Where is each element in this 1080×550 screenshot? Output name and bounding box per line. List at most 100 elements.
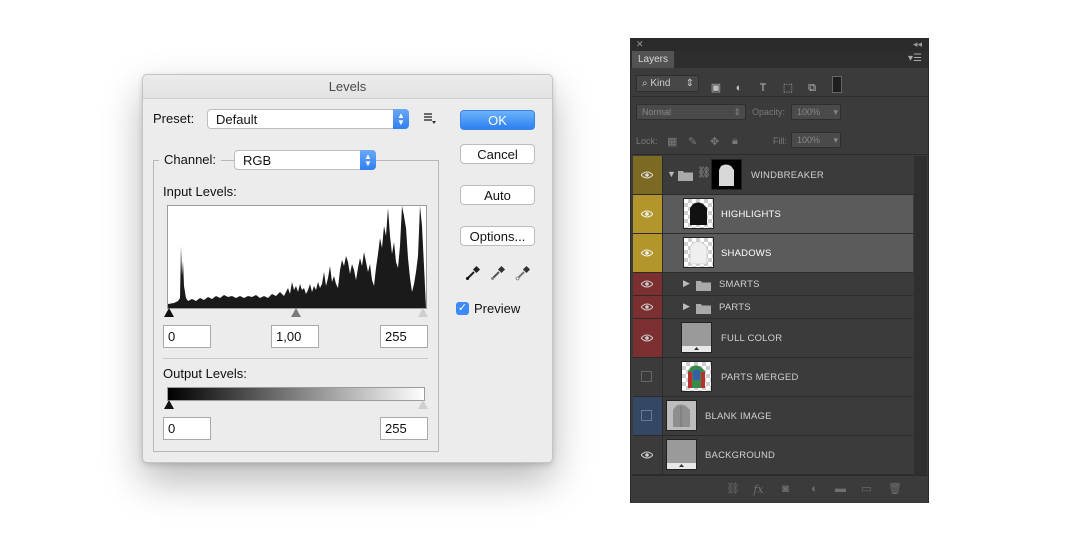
auto-button[interactable]: Auto	[460, 185, 535, 205]
lock-all-icon[interactable]: 🔒︎	[732, 135, 738, 148]
new-layer-icon[interactable]: ▭	[860, 484, 873, 495]
levels-dialog: Levels Preset: Default ▲ ▼ OK Cancel Auto…	[142, 74, 553, 463]
layer-mask-thumbnail	[711, 159, 742, 190]
chevron-down-icon: ▾	[833, 107, 838, 117]
visibility-toggle[interactable]	[641, 410, 652, 421]
layer-row-full-color[interactable]: FULL COLOR	[633, 319, 913, 358]
eye-icon[interactable]	[641, 451, 653, 459]
layer-row-parts-merged[interactable]: PARTS MERGED	[633, 358, 913, 397]
divider	[631, 154, 928, 155]
options-button[interactable]: Options...	[460, 226, 535, 246]
new-group-icon[interactable]: ▬	[834, 484, 847, 495]
preset-select[interactable]: Default ▲ ▼	[207, 109, 409, 129]
layer-color-cell	[633, 296, 663, 318]
eye-icon[interactable]	[641, 280, 653, 288]
layer-name: PARTS	[719, 302, 751, 313]
tab-layers[interactable]: Layers	[632, 51, 674, 68]
output-white-field[interactable]: 255	[380, 417, 428, 440]
input-gamma-slider[interactable]	[291, 308, 301, 317]
input-black-field[interactable]: 0	[163, 325, 211, 348]
lock-image-icon[interactable]: ✎	[688, 135, 697, 148]
link-layers-icon[interactable]: ⛓︎	[726, 484, 740, 495]
layer-color-cell	[633, 358, 663, 396]
layer-row-windbreaker[interactable]: ▼ ⛓︎ WINDBREAKER	[633, 156, 913, 195]
input-white-slider[interactable]	[418, 308, 428, 317]
layer-color-cell	[633, 319, 663, 357]
image-filter-icon[interactable]: ▣	[709, 81, 723, 95]
filter-toggle-switch[interactable]	[832, 76, 842, 93]
panel-menu-icon[interactable]: ▾☰	[908, 53, 922, 64]
adjustment-layer-icon[interactable]: ◐	[808, 484, 821, 495]
chevron-updown-icon: ▲ ▼	[393, 109, 409, 129]
divider	[631, 96, 928, 97]
separator	[163, 358, 428, 359]
add-mask-icon[interactable]: ◙	[779, 484, 792, 495]
link-icon[interactable]: ⛓︎	[697, 166, 711, 179]
chevron-updown-icon: ⇕	[685, 78, 694, 89]
layer-color-cell	[633, 397, 663, 435]
expand-triangle-icon[interactable]: ▶	[683, 278, 690, 289]
eye-icon[interactable]	[641, 303, 653, 311]
fx-icon[interactable]: fx	[752, 484, 765, 495]
cancel-button[interactable]: Cancel	[460, 144, 535, 164]
opacity-field[interactable]: 100% ▾	[791, 104, 841, 120]
lock-transparent-icon[interactable]: ▦	[667, 135, 677, 148]
layer-row-highlights[interactable]: HIGHLIGHTS	[633, 195, 913, 234]
output-black-slider[interactable]	[164, 400, 174, 409]
layers-bottom-toolbar: ⛓︎ fx ◙ ◐ ▬ ▭ 🗑︎	[631, 475, 928, 503]
preset-options-icon[interactable]	[423, 111, 437, 125]
fill-field[interactable]: 100% ▾	[791, 132, 841, 148]
input-black-slider[interactable]	[164, 308, 174, 317]
layer-name: BLANK IMAGE	[705, 411, 772, 422]
preview-label: Preview	[474, 301, 521, 316]
black-eyedropper-icon[interactable]	[465, 265, 481, 281]
eye-icon[interactable]	[641, 334, 653, 342]
output-levels-label: Output Levels:	[163, 366, 247, 381]
layers-scrollbar[interactable]	[914, 156, 927, 475]
output-black-field[interactable]: 0	[163, 417, 211, 440]
histogram	[167, 205, 427, 309]
smart-object-filter-icon[interactable]: ⧉	[805, 81, 819, 95]
layer-thumbnail	[681, 322, 712, 353]
eye-icon[interactable]	[641, 249, 653, 257]
eye-icon[interactable]	[641, 171, 653, 179]
collapse-icon[interactable]: ◂◂	[913, 39, 922, 50]
layer-name: SMARTS	[719, 279, 760, 290]
panel-titlebar: ✕ ◂◂	[631, 39, 928, 51]
layer-thumbnail	[666, 439, 697, 470]
layer-color-cell	[633, 195, 663, 233]
output-white-slider[interactable]	[418, 400, 428, 409]
blend-mode-value: Normal	[642, 107, 672, 117]
white-eyedropper-icon[interactable]	[515, 265, 531, 281]
layer-row-blank-image[interactable]: BLANK IMAGE	[633, 397, 913, 436]
eye-icon[interactable]	[641, 210, 653, 218]
input-gamma-field[interactable]: 1,00	[271, 325, 319, 348]
input-white-field[interactable]: 255	[380, 325, 428, 348]
layer-row-shadows[interactable]: SHADOWS	[633, 234, 913, 273]
filter-kind-value: Kind	[650, 78, 671, 89]
filter-kind-select[interactable]: ⌕ Kind ⇕	[636, 75, 699, 92]
layer-row-smarts[interactable]: ▶ SMARTS	[633, 273, 913, 296]
adjustment-filter-icon[interactable]: ◐	[732, 81, 746, 95]
channel-select[interactable]: RGB ▲ ▼	[234, 150, 376, 170]
close-icon[interactable]: ✕	[636, 39, 644, 50]
ok-button[interactable]: OK	[460, 110, 535, 130]
layer-name: HIGHLIGHTS	[721, 209, 782, 220]
type-filter-icon[interactable]: T	[756, 81, 770, 95]
chevron-down-icon: ▾	[833, 135, 838, 145]
layer-row-parts[interactable]: ▶ PARTS	[633, 296, 913, 319]
blend-mode-select[interactable]: Normal ⇕	[636, 104, 746, 120]
expand-triangle-icon[interactable]: ▼	[667, 169, 676, 179]
trash-icon[interactable]: 🗑︎	[888, 484, 902, 495]
shape-filter-icon[interactable]: ⬚	[781, 81, 795, 95]
lock-label: Lock:	[636, 136, 658, 146]
chevron-updown-icon: ▲ ▼	[360, 150, 376, 170]
gray-eyedropper-icon[interactable]	[490, 265, 506, 281]
layer-name: WINDBREAKER	[751, 170, 824, 181]
layer-row-background[interactable]: BACKGROUND	[633, 436, 913, 475]
preview-checkbox[interactable]: ✓	[456, 302, 469, 315]
lock-position-icon[interactable]: ✥	[710, 135, 719, 148]
expand-triangle-icon[interactable]: ▶	[683, 301, 690, 312]
visibility-toggle[interactable]	[641, 371, 652, 382]
layer-name: FULL COLOR	[721, 333, 783, 344]
